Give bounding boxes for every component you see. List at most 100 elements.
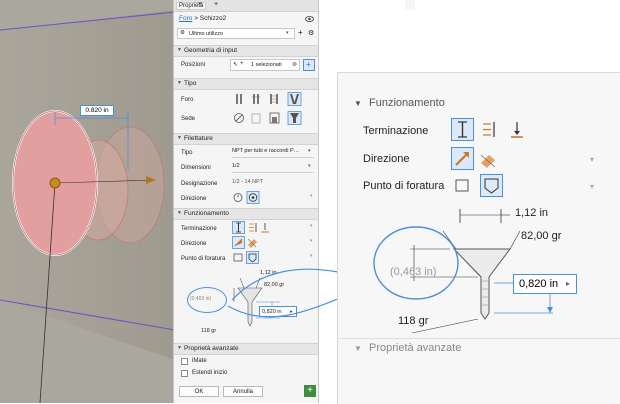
properties-panel: Proprietà + × Foro > Schizzo2 ⚙ Ultimo u… (173, 0, 415, 403)
imate-checkbox[interactable] (181, 358, 188, 365)
gear-icon[interactable]: ⚙ (308, 29, 314, 37)
zoom-drill-angle: 118 gr (398, 315, 429, 327)
breadcrumb-sep: > (194, 15, 198, 22)
close-tab-icon[interactable]: × (198, 1, 202, 8)
depth-input[interactable]: 0,820 in ▸ (259, 306, 297, 317)
zoom-depth-input[interactable]: 0,820 in ▸ (513, 274, 577, 294)
collapse-arrow-icon: ▼ (177, 47, 182, 53)
countersink-diameter-value: 1,12 in (260, 270, 277, 276)
right-hand-thread-icon (233, 193, 243, 202)
add-tab-button[interactable]: + (214, 1, 218, 8)
direction-default-icon (232, 236, 245, 249)
cancel-button[interactable]: Annulla (223, 386, 263, 397)
chevron-down-icon: ▾ (308, 163, 311, 169)
distance-termination-icon (232, 221, 245, 234)
section-tipo-header[interactable]: ▼ Tipo (174, 78, 318, 90)
clear-selection-icon[interactable]: ⊗ (292, 61, 297, 68)
preset-dropdown[interactable]: ⚙ Ultimo utilizzo ▾ (177, 28, 295, 39)
section-tipo-title: Tipo (184, 80, 197, 87)
no-seat-icon (234, 113, 244, 123)
direction-label: Direzione (181, 241, 207, 247)
spotface-icon (269, 112, 280, 124)
chevron-down-icon[interactable]: ▾ (310, 223, 313, 229)
chevron-down-icon[interactable]: ▾ (310, 193, 313, 199)
zoom-hole-diagram (373, 209, 553, 334)
angled-drill-point-icon (246, 251, 259, 264)
direction-flip-icon (247, 238, 257, 248)
section-funzionamento-header[interactable]: ▼ Funzionamento (174, 208, 318, 220)
zoom-direction-buttons[interactable] (451, 147, 501, 171)
zoom-drill-point-label: Punto di foratura (363, 180, 445, 192)
panel-titlebar: Proprietà + × (174, 0, 318, 12)
positions-selector[interactable]: ↖ + 1 selezionati ⊗ (230, 59, 300, 71)
size-label: Dimensioni (181, 165, 211, 171)
clearance-hole-icon (252, 94, 260, 104)
3d-viewport[interactable]: 0.820 in (0, 0, 175, 403)
left-hand-thread-icon (246, 191, 260, 204)
breadcrumb: Foro > Schizzo2 (179, 15, 226, 22)
zoom-termination-buttons[interactable] (451, 118, 531, 142)
viewport-canvas (0, 0, 175, 403)
section-geometry-header[interactable]: ▼ Geometria di input (174, 45, 318, 57)
termination-buttons[interactable] (232, 221, 272, 234)
collapse-arrow-icon: ▼ (354, 99, 362, 108)
add-position-button[interactable]: + (303, 59, 315, 71)
chevron-down-icon[interactable]: ▾ (590, 182, 594, 191)
thread-type-value: NPT per tubi e raccordi P… (232, 148, 300, 154)
countersink-icon (287, 111, 302, 125)
to-face-icon (261, 223, 269, 233)
foro-label: Foro (181, 97, 194, 103)
apply-and-new-button[interactable]: + (304, 385, 316, 397)
chevron-down-icon[interactable]: ▾ (310, 238, 313, 244)
breadcrumb-sketch[interactable]: Schizzo2 (200, 15, 226, 22)
zoom-countersink-angle: 82,00 gr (521, 230, 562, 242)
extend-start-checkbox[interactable] (181, 370, 188, 377)
countersink-angle-value: 82,00 gr (264, 282, 285, 288)
chevron-down-icon: ▾ (286, 30, 289, 36)
zoom-drill-point-buttons[interactable] (451, 174, 505, 198)
section-filettature-header[interactable]: ▼ Filettature (174, 133, 318, 145)
zoom-direction-label: Direzione (363, 153, 410, 165)
positions-value: 1 selezionati (251, 62, 282, 68)
hole-diagram-small: 1,12 in 82,00 gr (0,463 in) 0,820 in ▸ 1… (174, 266, 318, 338)
size-dropdown[interactable]: 1/2 ▾ (232, 163, 314, 173)
cursor-icon: ↖ (233, 62, 239, 68)
drill-point-label: Punto di foratura (181, 256, 226, 262)
designation-label: Designazione (181, 181, 218, 187)
extend-start-label: Estendi inizio (192, 370, 228, 376)
thread-direction-label: Direzione (181, 196, 207, 202)
taper-tapped-hole-icon (287, 92, 302, 106)
breadcrumb-feature[interactable]: Foro (179, 15, 192, 22)
section-advanced-header[interactable]: ▼ Proprietà avanzate (174, 343, 318, 355)
collapse-arrow-icon: ▼ (354, 344, 362, 353)
add-preset-button[interactable]: + (298, 28, 303, 37)
direction-buttons[interactable] (232, 236, 260, 249)
seat-type-buttons[interactable] (232, 111, 316, 125)
thread-direction-buttons[interactable] (232, 191, 262, 204)
section-geometry-title: Geometria di input (184, 47, 238, 54)
chevron-right-icon: ▸ (566, 279, 571, 288)
termination-label: Terminazione (181, 226, 217, 232)
section-funzionamento-title: Funzionamento (184, 210, 229, 217)
preset-value: Ultimo utilizzo (189, 31, 223, 37)
thread-type-dropdown[interactable]: NPT per tubi e raccordi P… ▾ (232, 148, 314, 158)
section-advanced-title: Proprietà avanzate (184, 345, 239, 352)
positions-label: Posizioni (181, 62, 206, 68)
counterbore-icon (251, 113, 261, 124)
chevron-down-icon[interactable]: ▾ (590, 155, 594, 164)
drill-point-buttons[interactable] (232, 251, 260, 264)
hole-center-point[interactable] (49, 177, 61, 189)
ok-button[interactable]: OK (179, 386, 219, 397)
crosshair-icon: + (240, 61, 244, 67)
hole-type-buttons[interactable] (232, 92, 316, 106)
chevron-down-icon[interactable]: ▾ (310, 253, 313, 259)
tapped-hole-icon (270, 94, 278, 104)
simple-hole-icon (236, 94, 242, 104)
through-all-icon (249, 223, 257, 232)
drill-angle-value: 118 gr (201, 328, 217, 334)
designation-value: 1/2 - 14 NPT (232, 179, 264, 185)
zoom-advanced-title: Proprietà avanzate (369, 342, 462, 354)
sede-label: Sede (181, 116, 196, 122)
visibility-eye-icon[interactable] (305, 16, 314, 22)
diameter-dimension-field[interactable]: 0.820 in (80, 105, 114, 116)
